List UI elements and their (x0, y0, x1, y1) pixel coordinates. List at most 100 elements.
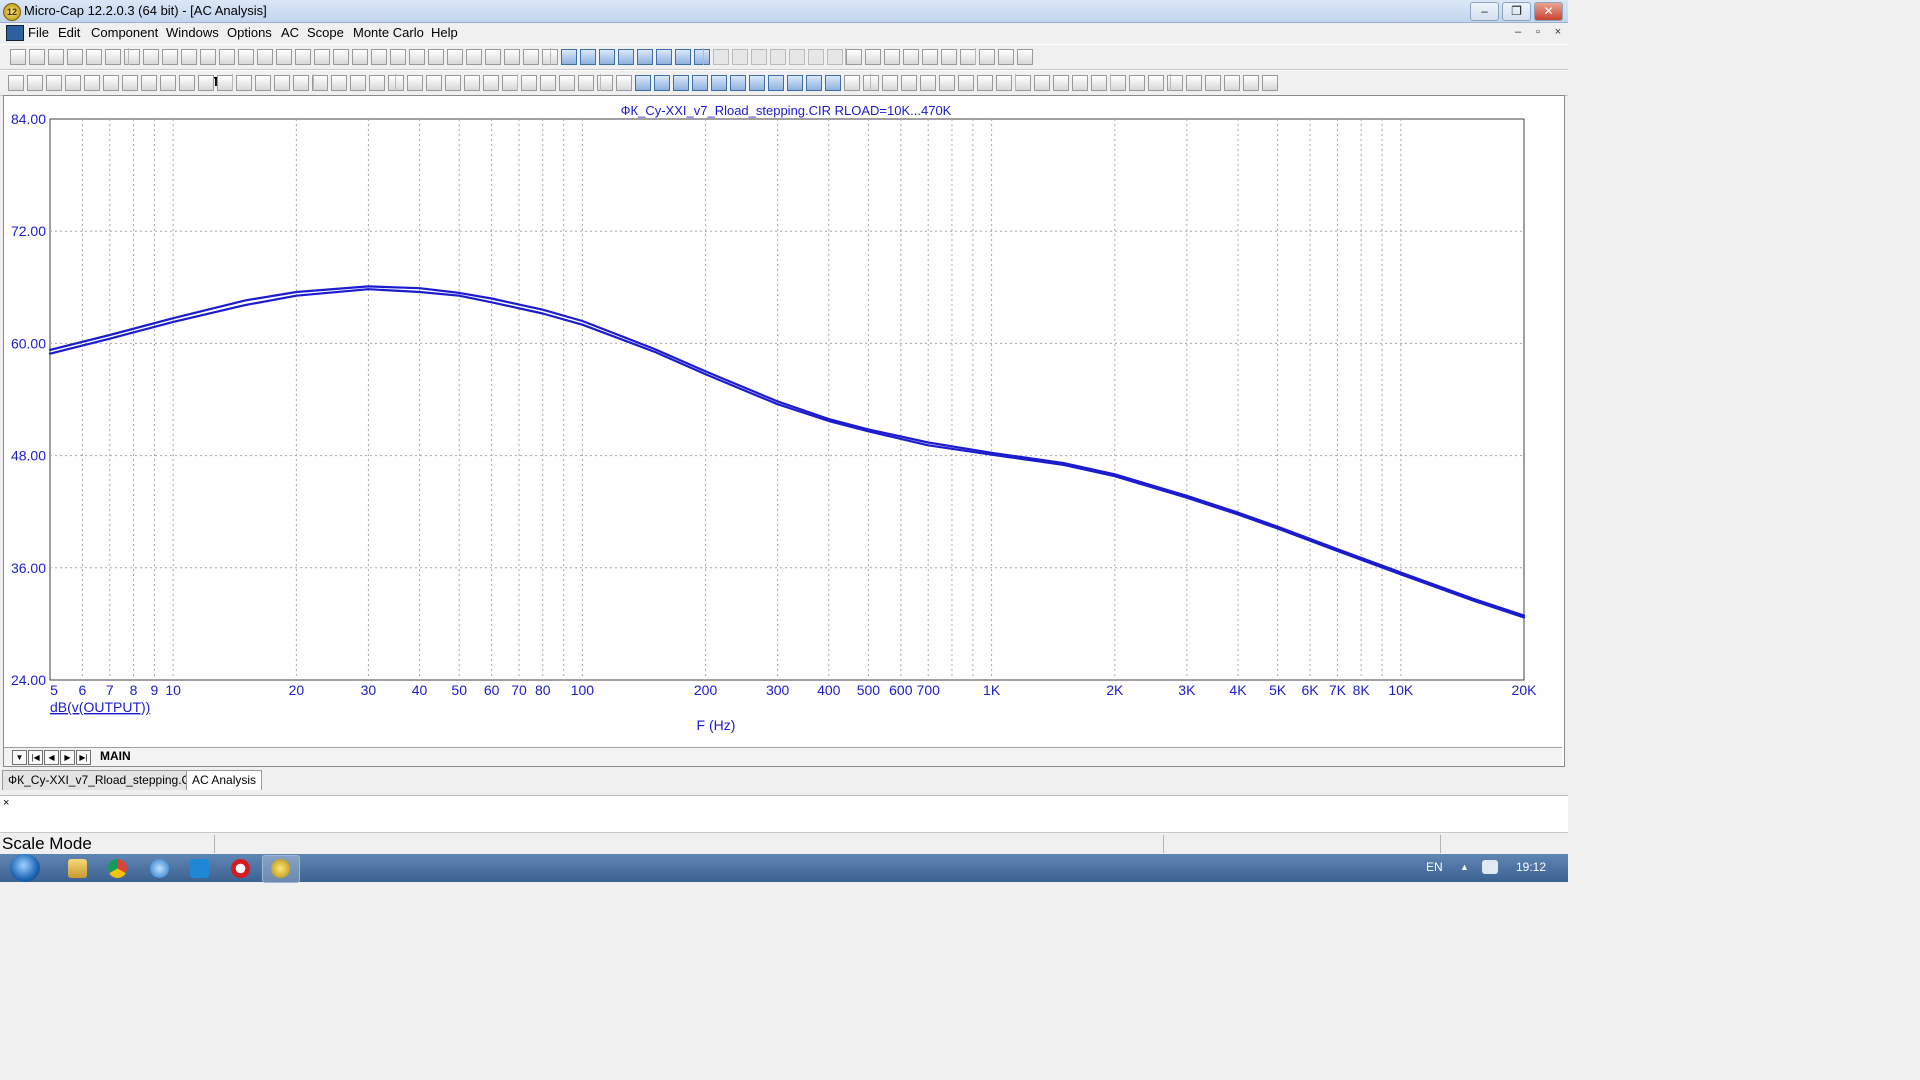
toolbar-button[interactable] (331, 75, 347, 91)
toolbar-button[interactable] (806, 75, 822, 91)
toolbar-button[interactable] (84, 75, 100, 91)
opera-icon[interactable] (231, 859, 250, 878)
toolbar-button[interactable] (390, 49, 406, 65)
toolbar-button[interactable] (200, 49, 216, 65)
mdi-restore-button[interactable]: ▫ (1530, 26, 1546, 40)
toolbar-button[interactable] (559, 75, 575, 91)
toolbar-button[interactable] (236, 75, 252, 91)
toolbar-button[interactable] (960, 49, 976, 65)
toolbar-button[interactable] (884, 49, 900, 65)
command-area[interactable]: × (0, 795, 1568, 832)
toolbar-button[interactable] (616, 75, 632, 91)
toolbar-button[interactable] (635, 75, 651, 91)
toolbar-button[interactable] (732, 49, 748, 65)
toolbar-button[interactable] (618, 49, 634, 65)
toolbar-button[interactable] (846, 49, 862, 65)
toolbar-button[interactable] (198, 75, 214, 91)
toolbar-button[interactable] (844, 75, 860, 91)
toolbar-button[interactable] (333, 49, 349, 65)
toolbar-button[interactable] (694, 49, 710, 65)
toolbar-button[interactable] (882, 75, 898, 91)
tab-circuit-file[interactable]: ФК_Cy-XXI_v7_Rload_stepping.CIR (2, 770, 209, 790)
toolbar-button[interactable] (523, 49, 539, 65)
toolbar-button[interactable] (485, 49, 501, 65)
toolbar-button[interactable] (901, 75, 917, 91)
toolbar-button[interactable] (787, 75, 803, 91)
calendar-app-icon[interactable] (190, 859, 209, 878)
toolbar-button[interactable] (941, 49, 957, 65)
toolbar-button[interactable] (789, 49, 805, 65)
toolbar-button[interactable] (295, 49, 311, 65)
y-expression-label[interactable]: dB(v(OUTPUT)) (50, 699, 150, 715)
menu-monte-carlo[interactable]: Monte Carlo (353, 25, 424, 40)
mdi-close-button[interactable]: × (1550, 26, 1566, 40)
toolbar-button[interactable] (179, 75, 195, 91)
toolbar-button[interactable] (352, 49, 368, 65)
toolbar-button[interactable] (428, 49, 444, 65)
menu-component[interactable]: Component (91, 25, 158, 40)
toolbar-button[interactable] (274, 75, 290, 91)
toolbar-button[interactable] (464, 75, 480, 91)
toolbar-button[interactable] (388, 75, 404, 91)
toolbar-button[interactable] (1015, 75, 1031, 91)
tab-menu-button[interactable]: ▼ (12, 750, 27, 765)
network-icon[interactable] (1482, 860, 1498, 874)
toolbar-button[interactable] (314, 49, 330, 65)
toolbar-button[interactable] (219, 49, 235, 65)
toolbar-button[interactable] (27, 75, 43, 91)
toolbar-button[interactable] (578, 75, 594, 91)
toolbar-button[interactable] (122, 75, 138, 91)
chrome-icon[interactable] (108, 859, 127, 878)
toolbar-button[interactable] (103, 75, 119, 91)
toolbar-button[interactable] (160, 75, 176, 91)
toolbar-button[interactable] (238, 49, 254, 65)
toolbar-button[interactable] (939, 75, 955, 91)
menu-windows[interactable]: Windows (166, 25, 219, 40)
toolbar-button[interactable] (1243, 75, 1259, 91)
toolbar-button[interactable] (1262, 75, 1278, 91)
toolbar-button[interactable] (713, 49, 729, 65)
toolbar-button[interactable] (8, 75, 24, 91)
toolbar-button[interactable] (1072, 75, 1088, 91)
toolbar-button[interactable] (1110, 75, 1126, 91)
toolbar-button[interactable] (827, 49, 843, 65)
close-button[interactable]: ✕ (1534, 2, 1563, 21)
next-page-button[interactable]: ▶ (60, 750, 75, 765)
toolbar-button[interactable] (105, 49, 121, 65)
toolbar-button[interactable] (977, 75, 993, 91)
toolbar-button[interactable] (692, 75, 708, 91)
toolbar-button[interactable] (65, 75, 81, 91)
toolbar-button[interactable] (504, 49, 520, 65)
internet-explorer-icon[interactable] (150, 859, 169, 878)
clock[interactable]: 19:12 (1516, 860, 1546, 874)
last-page-button[interactable]: ▶| (76, 750, 91, 765)
prev-page-button[interactable]: ◀ (44, 750, 59, 765)
first-page-button[interactable]: |◀ (28, 750, 43, 765)
toolbar-button[interactable] (730, 75, 746, 91)
toolbar-button[interactable] (998, 49, 1014, 65)
toolbar-button[interactable] (751, 49, 767, 65)
toolbar-button[interactable] (447, 49, 463, 65)
menu-options[interactable]: Options (227, 25, 272, 40)
toolbar-button[interactable] (540, 75, 556, 91)
toolbar-button[interactable] (1129, 75, 1145, 91)
toolbar-button[interactable] (1017, 49, 1033, 65)
document-icon[interactable] (6, 25, 24, 41)
toolbar-button[interactable] (409, 49, 425, 65)
toolbar-button[interactable] (371, 49, 387, 65)
menu-edit[interactable]: Edit (58, 25, 80, 40)
toolbar-button[interactable] (1091, 75, 1107, 91)
toolbar-button[interactable] (958, 75, 974, 91)
toolbar-button[interactable] (257, 49, 273, 65)
toolbar-button[interactable] (426, 75, 442, 91)
toolbar-button[interactable] (293, 75, 309, 91)
toolbar-button[interactable] (979, 49, 995, 65)
toolbar-button[interactable] (1205, 75, 1221, 91)
toolbar-button[interactable] (124, 49, 140, 65)
toolbar-button[interactable] (48, 49, 64, 65)
tab-main[interactable]: MAIN (100, 749, 131, 763)
toolbar-button[interactable] (86, 49, 102, 65)
tab-ac-analysis[interactable]: AC Analysis (186, 770, 263, 790)
show-hidden-icons[interactable]: ▲ (1460, 862, 1469, 872)
start-button[interactable] (10, 854, 40, 882)
